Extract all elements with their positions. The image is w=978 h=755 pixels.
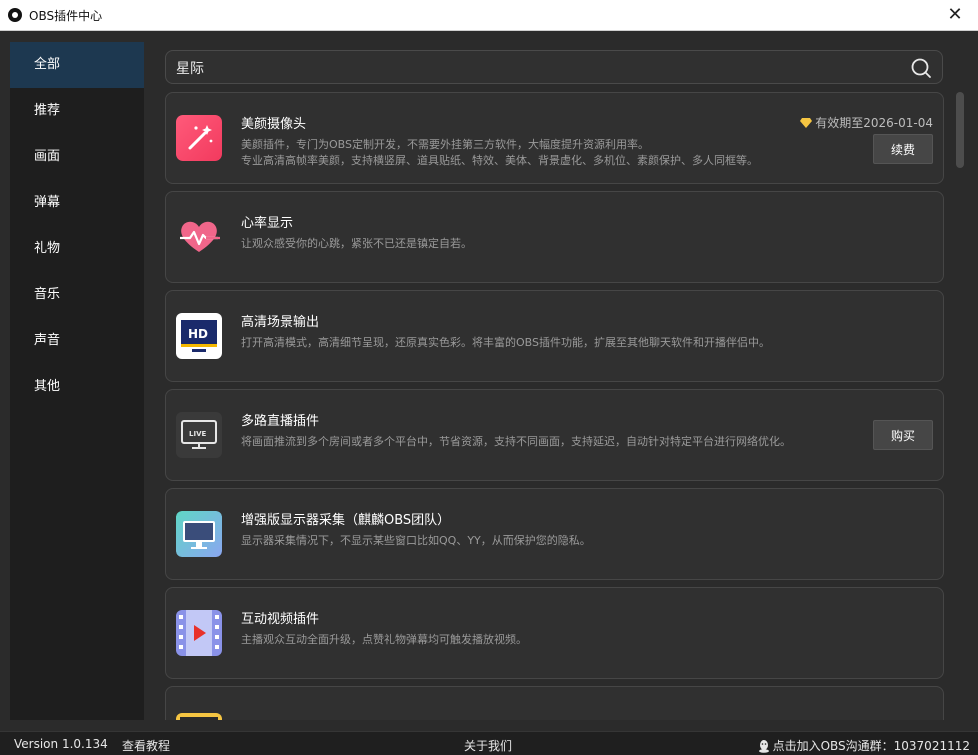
obs-logo-icon <box>8 8 22 22</box>
plugin-name: 增强版显示器采集（麒麟OBS团队） <box>241 513 451 528</box>
plugin-name: 多路直播插件 <box>241 414 320 429</box>
title-bar: OBS插件中心 ✕ <box>0 0 978 31</box>
plugin-description: 让观众感受你的心跳，紧张不已还是镇定自若。 <box>241 237 472 250</box>
plugin-card-heart-rate[interactable]: 心率显示 让观众感受你的心跳，紧张不已还是镇定自若。 <box>165 191 944 283</box>
search-icon[interactable] <box>910 57 932 79</box>
tutorial-link[interactable]: 查看教程 <box>122 737 170 754</box>
qq-penguin-icon <box>758 739 769 753</box>
sidebar-item-music[interactable]: 音乐 <box>10 272 144 318</box>
plugin-name: 美颜摄像头 <box>241 117 307 132</box>
diamond-icon <box>800 117 813 128</box>
heart-rate-icon <box>180 221 220 252</box>
svg-text:LIVE: LIVE <box>189 430 206 438</box>
sidebar-item-all[interactable]: 全部 <box>10 42 144 88</box>
plugin-list: 美颜摄像头 美颜插件，专门为OBS定制开发，不需要外挂第三方软件，大幅度提升资源… <box>165 92 945 720</box>
plugin-description-line: 专业高清高帧率美颜，支持横竖屏、道具贴纸、特效、美体、背景虚化、多机位、素颜保护… <box>241 154 758 167</box>
plugin-description: 打开高清模式，高清细节呈现，还原真实色彩。将丰富的OBS插件功能，扩展至其他聊天… <box>241 336 770 349</box>
sidebar-item-sound[interactable]: 声音 <box>10 318 144 364</box>
plugin-icon <box>176 713 222 720</box>
svg-text:HD: HD <box>188 327 208 341</box>
display-monitor-icon <box>176 511 222 557</box>
join-group-link[interactable]: 点击加入OBS沟通群：1037021112 <box>757 737 970 754</box>
plugin-name: 高清场景输出 <box>241 315 320 330</box>
join-group-text: 点击加入OBS沟通群：1037021112 <box>772 739 970 753</box>
plugin-description: 将画面推流到多个房间或者多个平台中，节省资源，支持不同画面，支持延迟，自动针对特… <box>241 435 791 448</box>
close-icon[interactable]: ✕ <box>946 6 964 24</box>
plugin-description: 美颜插件，专门为OBS定制开发，不需要外挂第三方软件，大幅度提升资源利用率。 专… <box>241 137 841 169</box>
buy-button[interactable]: 购买 <box>873 420 933 450</box>
video-film-icon <box>176 610 222 656</box>
plugin-card-display-capture[interactable]: 增强版显示器采集（麒麟OBS团队） 显示器采集情况下，不显示某些窗口比如QQ、Y… <box>165 488 944 580</box>
expiry-text: 有效期至2026-01-04 <box>815 116 933 130</box>
about-link[interactable]: 关于我们 <box>464 737 512 754</box>
plugin-name: 互动视频插件 <box>241 612 320 627</box>
plugin-name: 心率显示 <box>241 216 294 231</box>
plugin-description: 主播观众互动全面升级，点赞礼物弹幕均可触发播放视频。 <box>241 633 527 646</box>
magic-wand-icon <box>176 115 222 161</box>
plugin-card-interactive-video[interactable]: 互动视频插件 主播观众互动全面升级，点赞礼物弹幕均可触发播放视频。 <box>165 587 944 679</box>
sidebar-item-video[interactable]: 画面 <box>10 134 144 180</box>
plugin-description: 显示器采集情况下，不显示某些窗口比如QQ、YY，从而保护您的隐私。 <box>241 534 591 547</box>
sidebar-item-other[interactable]: 其他 <box>10 364 144 410</box>
sidebar-item-gift[interactable]: 礼物 <box>10 226 144 272</box>
sidebar-item-recommended[interactable]: 推荐 <box>10 88 144 134</box>
plugin-card-multi-stream[interactable]: LIVE 多路直播插件 将画面推流到多个房间或者多个平台中，节省资源，支持不同画… <box>165 389 944 481</box>
renew-button[interactable]: 续费 <box>873 134 933 164</box>
hd-monitor-icon: HD <box>176 313 222 359</box>
live-tv-icon: LIVE <box>176 412 222 458</box>
sidebar-item-danmaku[interactable]: 弹幕 <box>10 180 144 226</box>
plugin-card-beauty-camera[interactable]: 美颜摄像头 美颜插件，专门为OBS定制开发，不需要外挂第三方软件，大幅度提升资源… <box>165 92 944 184</box>
window-title: OBS插件中心 <box>29 8 103 23</box>
category-sidebar: 全部 推荐 画面 弹幕 礼物 音乐 声音 其他 <box>10 42 144 720</box>
search-bar <box>165 50 943 84</box>
version-label: Version 1.0.134 <box>14 737 108 751</box>
plugin-card-hd-output[interactable]: HD 高清场景输出 打开高清模式，高清细节呈现，还原真实色彩。将丰富的OBS插件… <box>165 290 944 382</box>
scrollbar-thumb[interactable] <box>956 92 964 168</box>
status-bar: Version 1.0.134 查看教程 关于我们 点击加入OBS沟通群：103… <box>0 731 978 755</box>
plugin-description-line: 美颜插件，专门为OBS定制开发，不需要外挂第三方软件，大幅度提升资源利用率。 <box>241 138 649 151</box>
search-input[interactable] <box>176 58 876 78</box>
expiry-badge: 有效期至2026-01-04 <box>800 114 933 131</box>
plugin-card-partial[interactable] <box>165 686 944 720</box>
